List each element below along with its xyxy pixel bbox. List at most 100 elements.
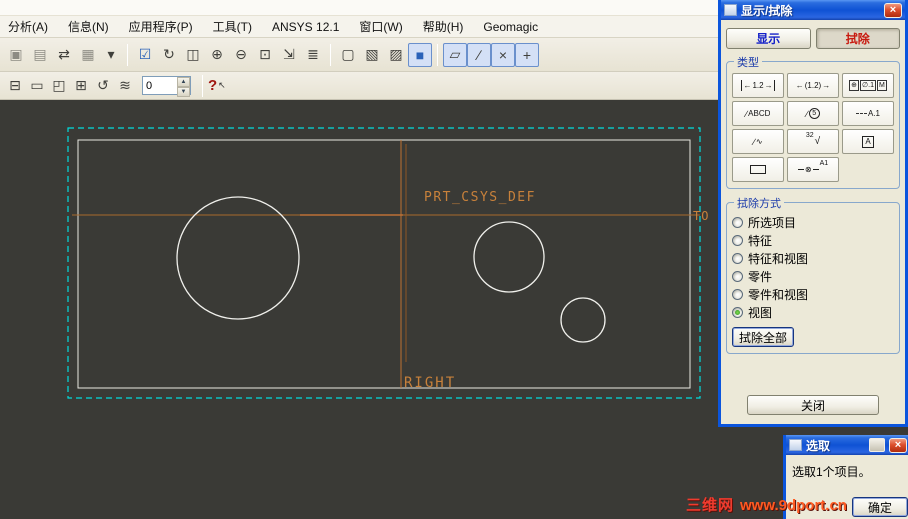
radio-selected-icon[interactable] [732, 306, 743, 318]
cosmetic-type-button[interactable] [732, 157, 784, 182]
erase-mode-options: 所选项目 特征 特征和视图 零件 零件和视图 视图 [732, 214, 894, 320]
refit-icon[interactable]: ⇲ [277, 43, 301, 67]
close-button[interactable]: 关闭 [747, 395, 879, 415]
erase-mode-option-feature[interactable]: 特征 [732, 232, 894, 248]
watermark-url: www.9dport.cn [740, 497, 847, 514]
note-value: ABCD [748, 109, 771, 118]
radio-icon[interactable] [732, 216, 743, 228]
layers-icon[interactable]: ≣ [301, 43, 325, 67]
datum-point-toggle-icon[interactable]: × [491, 42, 515, 67]
erase-mode-option-part-and-view[interactable]: 零件和视图 [732, 286, 894, 302]
select-close-icon[interactable]: × [889, 437, 907, 453]
table-icon[interactable]: ⊞ [70, 75, 92, 97]
toolbar-separator [330, 43, 331, 66]
paste-icon[interactable]: ▤ [28, 43, 52, 67]
no-hidden-display-icon[interactable]: ▨ [384, 43, 408, 67]
axis-cross-icon: ⊗ [804, 165, 812, 174]
gtol-type-button[interactable]: ⊕ ∅.1 M [842, 73, 894, 98]
swap-arrows-icon[interactable]: ⇄ [52, 43, 76, 67]
dim-value: 1.2 [752, 81, 764, 90]
zoom-window-icon[interactable]: ⊡ [253, 43, 277, 67]
hidden-line-display-icon[interactable]: ▧ [360, 43, 384, 67]
dim-arrow-icon: ← [743, 81, 752, 90]
option-label: 所选项目 [748, 215, 797, 230]
sheet-border[interactable] [77, 139, 691, 389]
datum-axis-toggle-icon[interactable]: ∕ [467, 42, 491, 67]
view-manager-icon[interactable]: ◫ [181, 43, 205, 67]
datum-type-button[interactable]: A.1 [842, 101, 894, 126]
zoom-out-icon[interactable]: ⊖ [229, 43, 253, 67]
datum-value: A.1 [867, 109, 880, 118]
redraw-icon[interactable]: ↻ [157, 43, 181, 67]
csys-label[interactable]: PRT_CSYS_DEF [424, 190, 536, 205]
menu-info[interactable]: 信息(N) [68, 18, 109, 35]
right-datum-label[interactable]: RIGHT [404, 375, 456, 391]
wireframe-display-icon[interactable]: ▢ [336, 43, 360, 67]
dimension-type-button[interactable]: ← 1.2 → [732, 73, 784, 98]
stepper-up-icon[interactable]: ▲ [177, 77, 190, 87]
erase-mode-option-part[interactable]: 零件 [732, 268, 894, 284]
show-erase-titlebar[interactable]: 显示/拭除 × [721, 0, 905, 20]
shaded-display-icon[interactable]: ■ [408, 42, 432, 67]
show-erase-body: 显示 拭除 类型 ← 1.2 → ← (1.2) → ⊕ ∅.1 M ∕ ABCD [721, 20, 905, 424]
menu-analysis[interactable]: 分析(A) [8, 18, 48, 35]
radio-icon[interactable] [732, 234, 743, 246]
dialog-window-icon [724, 4, 737, 16]
context-help-button[interactable]: ? ↖ [208, 77, 226, 94]
datum-csys-toggle-icon[interactable]: + [515, 42, 539, 67]
radio-icon[interactable] [732, 288, 743, 300]
menu-ansys[interactable]: ANSYS 12.1 [272, 20, 339, 34]
axis-type-button[interactable]: ⊗ A1 [787, 157, 839, 182]
hole-circle-medium[interactable] [473, 221, 545, 293]
erase-mode-option-view[interactable]: 视图 [732, 304, 894, 320]
close-icon[interactable]: × [884, 2, 902, 18]
option-label: 视图 [748, 305, 773, 320]
ref-dimension-type-button[interactable]: ← (1.2) → [787, 73, 839, 98]
sheet-setup-icon[interactable]: ▭ [26, 75, 48, 97]
select-dialog-title: 选取 [806, 438, 831, 453]
axis-value: A1 [819, 160, 829, 167]
menu-help[interactable]: 帮助(H) [423, 18, 464, 35]
note-type-button[interactable]: ∕ ABCD [732, 101, 784, 126]
symbol-type-button[interactable]: ∕ ∿ [732, 129, 784, 154]
menu-tools[interactable]: 工具(T) [213, 18, 252, 35]
zoom-in-icon[interactable]: ⊕ [205, 43, 229, 67]
copy-icon[interactable]: ▣ [4, 43, 28, 67]
radio-icon[interactable] [732, 270, 743, 282]
hole-circle-small[interactable] [560, 297, 606, 343]
stepper-down-icon[interactable]: ▼ [177, 87, 190, 97]
show-button[interactable]: 显示 [726, 28, 811, 49]
application-window: 分析(A) 信息(N) 应用程序(P) 工具(T) ANSYS 12.1 窗口(… [0, 0, 908, 519]
model-tree-icon[interactable]: ⊟ [4, 75, 26, 97]
print-icon[interactable]: ▦ [76, 43, 100, 67]
surface-finish-value: 32 [805, 132, 814, 139]
radio-icon[interactable] [732, 252, 743, 264]
datum-dash-icon [855, 113, 867, 114]
chevron-down-icon[interactable]: ▾ [100, 44, 122, 66]
option-label: 零件和视图 [748, 287, 809, 302]
top-datum-label[interactable]: TO [693, 209, 709, 223]
select-dialog-titlebar[interactable]: 选取 × [786, 435, 908, 455]
view-selection-border[interactable] [67, 127, 701, 399]
erase-all-button[interactable]: 拭除全部 [732, 327, 795, 347]
datum-plane-toggle-icon[interactable]: ▱ [443, 42, 467, 67]
menu-window[interactable]: 窗口(W) [359, 18, 402, 35]
erase-mode-option-feature-and-view[interactable]: 特征和视图 [732, 250, 894, 266]
menu-applications[interactable]: 应用程序(P) [129, 18, 193, 35]
datum-target-type-button[interactable]: A [842, 129, 894, 154]
menu-geomagic[interactable]: Geomagic [483, 20, 538, 34]
select-filter-icon[interactable]: ☑ [133, 43, 157, 67]
option-label: 特征 [748, 233, 773, 248]
surface-finish-type-button[interactable]: 32 √ [787, 129, 839, 154]
update-sheets-icon[interactable]: ↺ [92, 75, 114, 97]
layer-status-icon[interactable]: ≋ [114, 75, 136, 97]
balloon-type-button[interactable]: ∕ 5 [787, 101, 839, 126]
option-label: 特征和视图 [748, 251, 809, 266]
erase-mode-option-selected-items[interactable]: 所选项目 [732, 214, 894, 230]
erase-button[interactable]: 拭除 [815, 28, 900, 49]
stepper-arrows[interactable]: ▲ ▼ [177, 77, 190, 97]
ok-button[interactable]: 确定 [852, 497, 908, 517]
sheet-number-input[interactable] [143, 79, 177, 92]
titlebar-secondary-button[interactable] [869, 438, 885, 452]
regenerate-icon[interactable]: ◰ [48, 75, 70, 97]
